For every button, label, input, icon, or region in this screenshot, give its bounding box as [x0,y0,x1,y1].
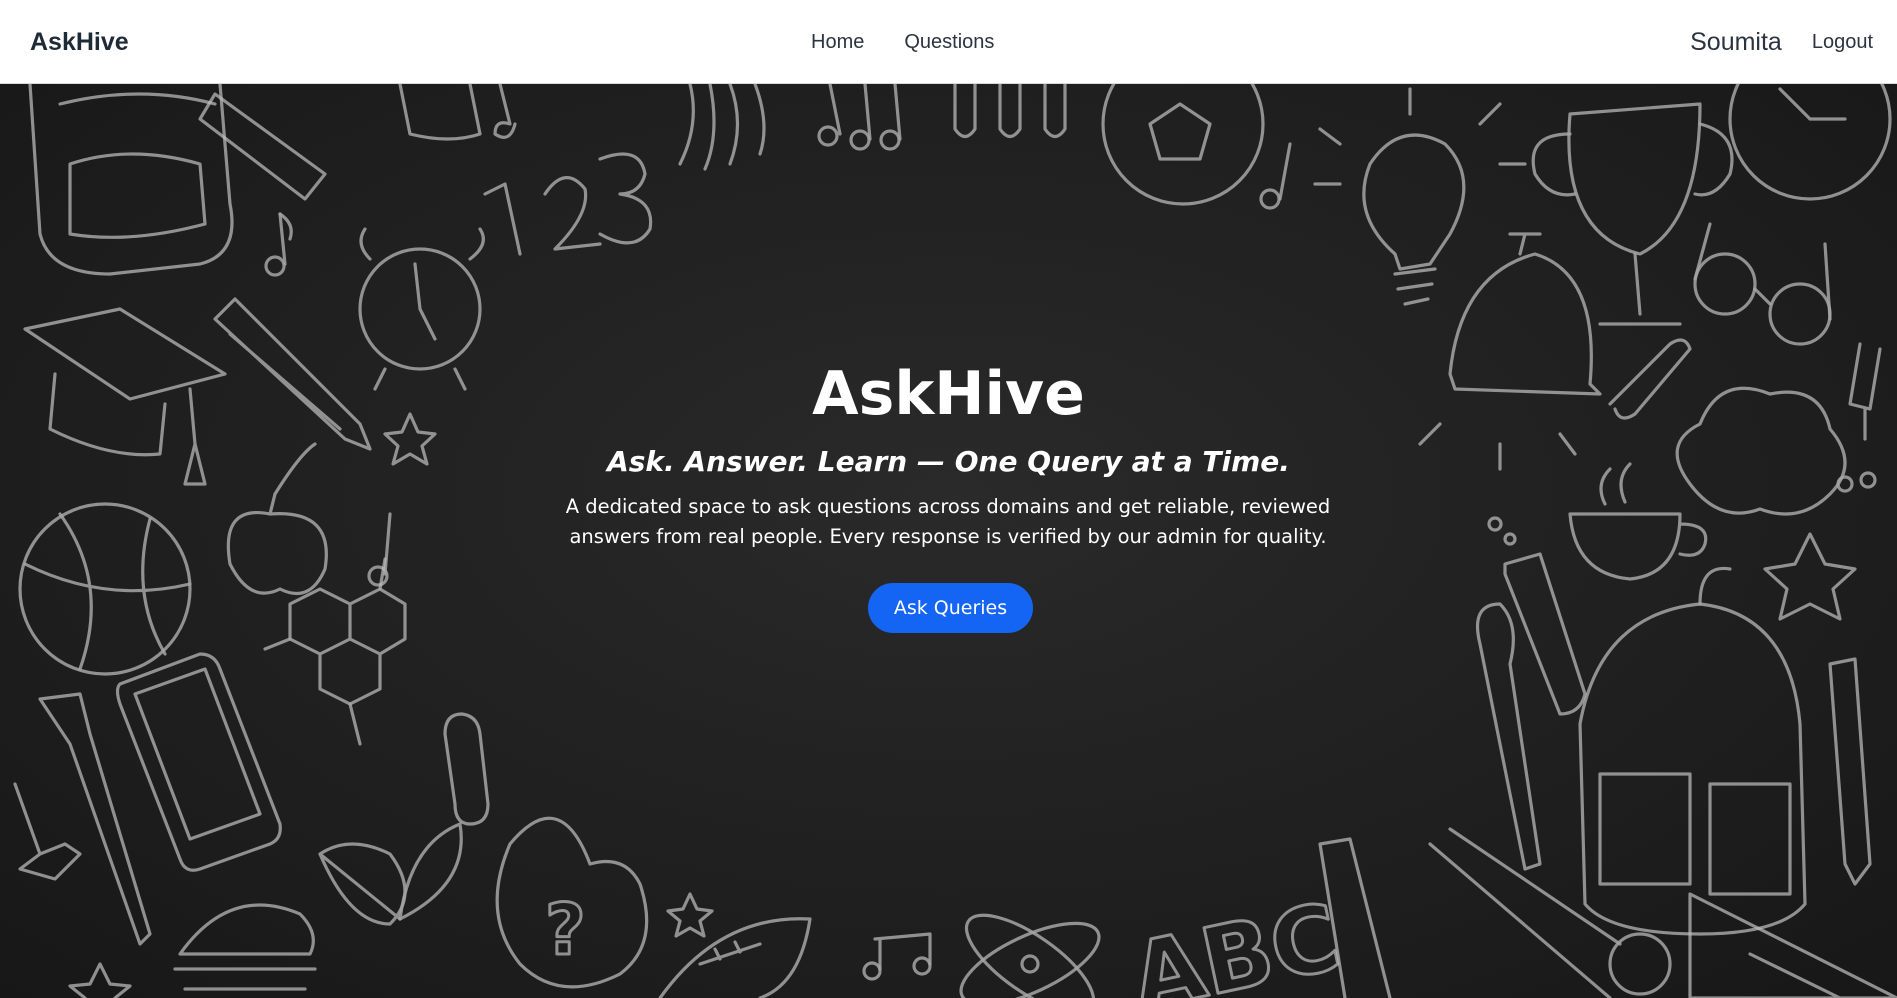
ask-queries-button[interactable]: Ask Queries [868,583,1033,633]
logout-link[interactable]: Logout [1812,31,1873,54]
top-navbar: AskHive Home Questions Soumita Logout [0,0,1897,84]
hero-section: ? ABC AskHive Ask. Answer. Learn — One Q… [0,84,1897,998]
brand-logo-link[interactable]: AskHive [30,0,129,84]
hero-tagline: Ask. Answer. Learn — One Query at a Time… [607,445,1290,478]
user-area: Soumita Logout [1690,0,1873,84]
nav-link-questions[interactable]: Questions [904,31,994,54]
username-label: Soumita [1690,27,1782,56]
hero-content: AskHive Ask. Answer. Learn — One Query a… [0,84,1897,998]
nav-link-home[interactable]: Home [811,31,864,54]
hero-title: AskHive [812,359,1085,429]
nav-links: Home Questions [811,0,994,84]
hero-description: A dedicated space to ask questions acros… [565,495,1331,548]
